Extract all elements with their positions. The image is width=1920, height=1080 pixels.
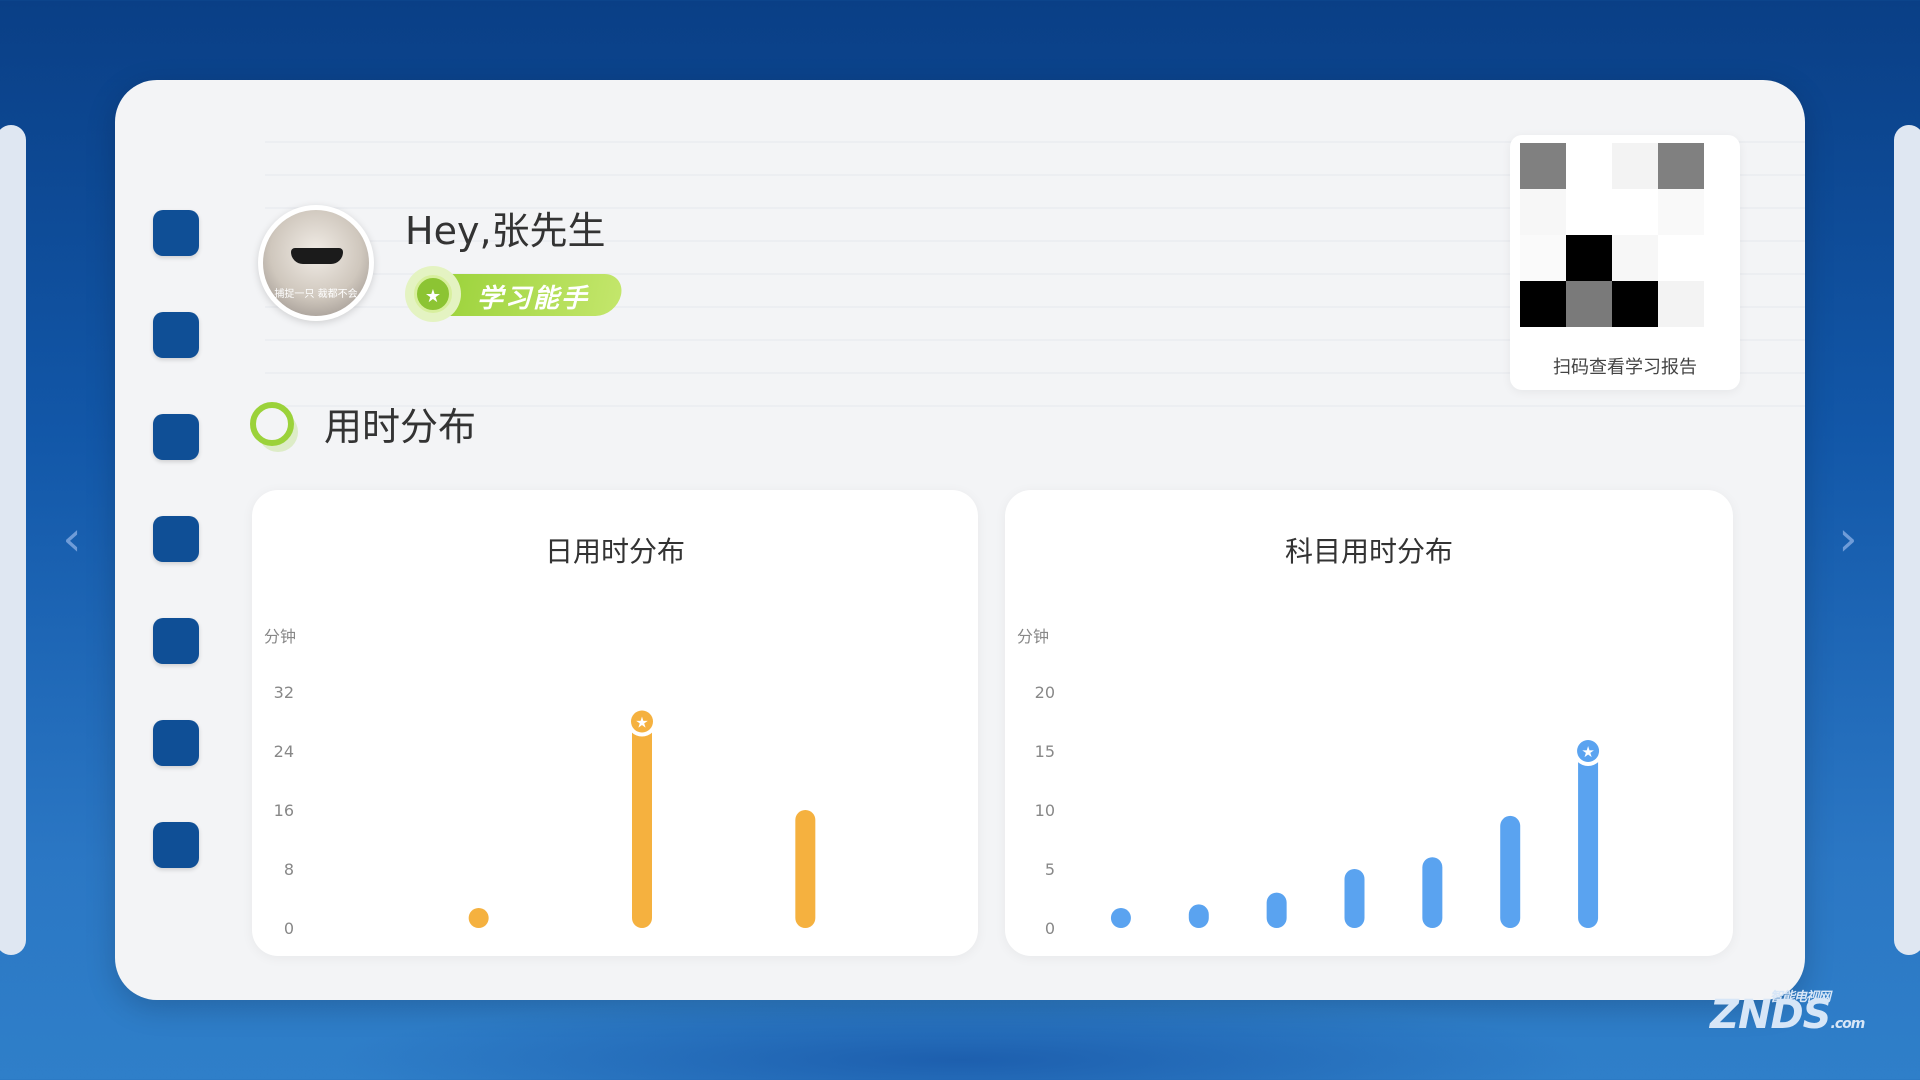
y-axis-unit: 分钟 <box>1017 627 1049 646</box>
y-tick-label: 0 <box>1045 919 1055 938</box>
section-title: 用时分布 <box>324 405 477 449</box>
bar <box>1344 869 1365 928</box>
daily-time-chart: 日用时分布 分钟081624323.25★5.085.14 <box>252 490 978 956</box>
bar <box>468 908 489 928</box>
y-tick-label: 10 <box>1035 801 1055 820</box>
bar <box>1266 892 1287 928</box>
bar <box>1578 751 1599 928</box>
qr-code[interactable] <box>1520 143 1706 329</box>
side-nav <box>153 210 199 924</box>
greeting-text: Hey,张先生 <box>405 209 606 253</box>
nav-button-7[interactable] <box>153 822 199 868</box>
avatar[interactable]: 捕捉一只 裁都不会 <box>258 205 374 321</box>
bar <box>1110 908 1131 928</box>
star-icon: ★ <box>635 714 648 732</box>
znds-watermark: 智能电视网 ZNDS.com <box>1710 990 1865 1038</box>
chevron-right-icon[interactable]: › <box>1830 514 1866 564</box>
subject-time-chart: 科目用时分布 分钟05101520快乐儿歌数学益智启蒙素养英语语文★通识 <box>1005 490 1733 956</box>
y-tick-label: 8 <box>284 860 294 879</box>
avatar-image: 捕捉一只 裁都不会 <box>263 210 369 316</box>
nav-button-3[interactable] <box>153 414 199 460</box>
bar <box>795 810 816 928</box>
y-tick-label: 32 <box>274 683 294 702</box>
nav-button-6[interactable] <box>153 720 199 766</box>
bar <box>1500 815 1521 928</box>
avatar-caption: 捕捉一只 裁都不会 <box>274 289 358 300</box>
nav-button-5[interactable] <box>153 618 199 664</box>
bar <box>1422 857 1443 928</box>
subject-chart-svg: 分钟05101520快乐儿歌数学益智启蒙素养英语语文★通识 <box>1017 627 1604 938</box>
qr-card: 扫码查看学习报告 <box>1510 135 1740 390</box>
sunglasses-graphic <box>291 248 343 264</box>
section-header: 用时分布 <box>250 396 476 451</box>
chevron-left-icon[interactable]: ‹ <box>54 514 90 564</box>
bar <box>632 721 652 928</box>
y-axis-unit: 分钟 <box>264 627 296 646</box>
nav-button-4[interactable] <box>153 516 199 562</box>
bar <box>1188 904 1209 928</box>
ring-icon <box>250 401 294 446</box>
y-tick-label: 16 <box>274 801 294 820</box>
qr-caption: 扫码查看学习报告 <box>1553 357 1697 378</box>
y-tick-label: 24 <box>274 742 294 761</box>
achievement-badge: ★ 学习能手 <box>405 266 626 322</box>
next-card-edge <box>1894 125 1920 955</box>
report-card: 捕捉一只 裁都不会 Hey,张先生 ★ 学习能手 扫码查看学习报告 用时分布 日… <box>115 80 1805 1000</box>
nav-button-2[interactable] <box>153 312 199 358</box>
daily-chart-svg: 分钟081624323.25★5.085.14 <box>264 627 816 938</box>
nav-button-1[interactable] <box>153 210 199 256</box>
prev-card-edge <box>0 125 26 955</box>
y-tick-label: 0 <box>284 919 294 938</box>
badge-label: 学习能手 <box>477 284 590 314</box>
y-tick-label: 15 <box>1035 742 1055 761</box>
y-tick-label: 20 <box>1035 683 1055 702</box>
medal-icon: ★ <box>405 266 461 322</box>
star-icon: ★ <box>1581 743 1594 761</box>
y-tick-label: 5 <box>1045 860 1055 879</box>
